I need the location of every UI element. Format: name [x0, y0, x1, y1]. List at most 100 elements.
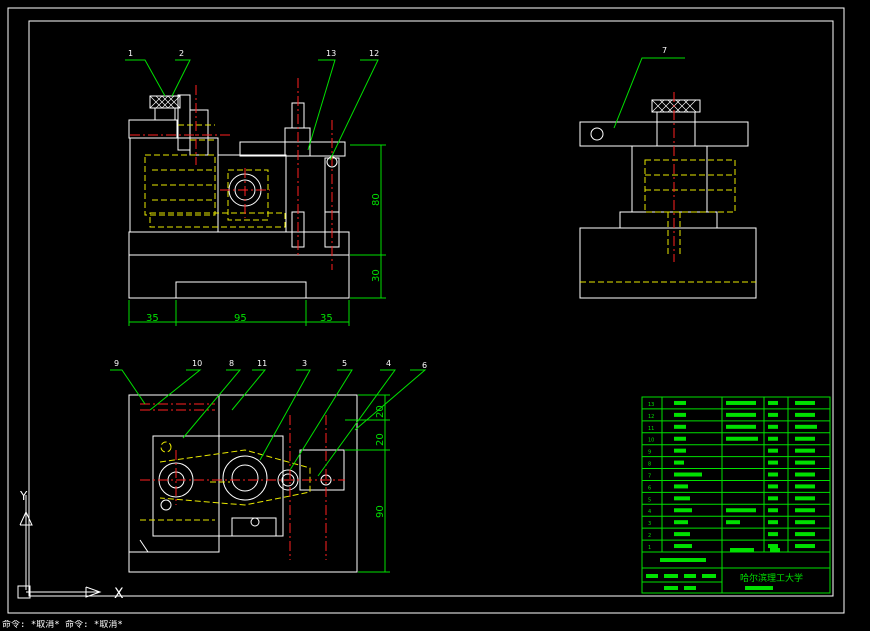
dim-35-left: 35: [146, 313, 159, 324]
top-dim-text: 20 20 90: [375, 405, 386, 518]
parts-cell-fill: [674, 484, 688, 489]
parts-cell-fill: [726, 436, 758, 441]
parts-cell-fill: [795, 532, 815, 537]
balloon-9: 9: [114, 359, 119, 368]
command-line[interactable]: 命令: *取消* 命令: *取消*: [0, 620, 870, 631]
parts-cell-fill: [674, 532, 690, 537]
dim-20-upper: 20: [375, 405, 386, 418]
parts-row-number: 3: [648, 521, 651, 527]
parts-cell-fill: [795, 544, 815, 549]
balloon-11: 11: [257, 359, 267, 368]
organization-name: 哈尔滨理工大学: [740, 572, 803, 584]
parts-cell-fill: [674, 436, 686, 441]
drawing-frame: [7, 7, 845, 614]
parts-cell-fill: [795, 460, 815, 465]
front-dimensions: [128, 144, 386, 326]
balloon-6: 6: [422, 361, 427, 370]
parts-cell-fill: [795, 412, 815, 417]
parts-cell-fill: [674, 424, 686, 429]
top-dimensions: [345, 394, 390, 573]
parts-row-number: 1: [648, 545, 651, 551]
parts-cell-fill: [768, 436, 778, 441]
parts-row-number: 13: [648, 402, 654, 408]
ucs-x-label: X: [114, 586, 124, 602]
balloon-10: 10: [192, 359, 202, 368]
parts-cell-fill: [795, 436, 815, 441]
front-balloon-labels: 1 2 13 12: [128, 49, 379, 58]
parts-cell-fill: [795, 496, 815, 501]
cad-drawing-canvas[interactable]: 1 2 13 12 35 95 35 80 30 7 9 10 8 11 3 5…: [0, 0, 870, 631]
parts-cell-fill: [795, 448, 815, 453]
parts-cell-fill: [726, 424, 756, 429]
parts-cell-fill: [768, 508, 778, 513]
parts-cell-fill: [768, 412, 778, 417]
parts-cell-fill: [795, 472, 815, 477]
parts-cell-fill: [768, 460, 778, 465]
parts-row-number: 7: [648, 473, 651, 479]
parts-row-number: 10: [648, 438, 654, 444]
parts-cell-fill: [674, 448, 686, 453]
balloon-4: 4: [386, 359, 391, 368]
parts-row-number: 9: [648, 450, 651, 456]
parts-cell-fill: [768, 472, 778, 477]
parts-cell-fill: [768, 532, 778, 537]
balloon-12: 12: [369, 49, 379, 58]
parts-cell-fill: [795, 400, 815, 405]
front-leaders: [125, 59, 379, 161]
ucs-y-label: Y: [19, 489, 28, 503]
parts-cell-fill: [768, 484, 778, 489]
balloon-2: 2: [179, 49, 184, 58]
parts-cell-fill: [674, 400, 686, 405]
ucs-icon[interactable]: [17, 495, 102, 599]
parts-cell-fill: [726, 508, 756, 513]
parts-row-number: 4: [648, 509, 651, 515]
parts-list-rows: 13 12 11 10 9 8 7 6 5 4 3 2 1: [642, 400, 830, 551]
parts-cell-fill: [795, 508, 815, 513]
parts-cell-fill: [795, 424, 817, 429]
parts-cell-fill: [768, 544, 778, 549]
balloon-13: 13: [326, 49, 336, 58]
dim-80: 80: [371, 193, 382, 206]
parts-cell-fill: [795, 520, 815, 525]
parts-cell-fill: [768, 400, 778, 405]
front-view: [128, 94, 350, 299]
top-centerlines: [140, 403, 345, 560]
top-hidden-lines: [140, 441, 311, 521]
parts-cell-fill: [674, 412, 686, 417]
parts-cell-fill: [768, 520, 778, 525]
dim-20-lower: 20: [375, 433, 386, 446]
top-view: [128, 394, 358, 573]
parts-cell-fill: [726, 412, 756, 417]
parts-cell-fill: [674, 508, 692, 513]
parts-cell-fill: [726, 520, 740, 525]
parts-row-number: 8: [648, 462, 651, 468]
balloon-1: 1: [128, 49, 133, 58]
dim-30: 30: [371, 269, 382, 282]
parts-row-number: 11: [648, 426, 654, 432]
dim-35-right: 35: [320, 313, 333, 324]
parts-cell-fill: [674, 472, 702, 477]
side-view: [579, 99, 757, 299]
dim-90: 90: [375, 505, 386, 518]
parts-cell-fill: [795, 484, 815, 489]
top-leaders: [110, 369, 427, 477]
parts-cell-fill: [768, 448, 778, 453]
parts-row-number: 5: [648, 497, 651, 503]
side-hidden-lines: [580, 159, 756, 283]
balloon-7: 7: [662, 46, 667, 55]
parts-cell-fill: [674, 520, 688, 525]
top-balloon-labels: 9 10 8 11 3 5 4 6: [114, 359, 427, 370]
parts-cell-fill: [768, 496, 778, 501]
parts-cell-fill: [674, 496, 690, 501]
balloon-5: 5: [342, 359, 347, 368]
parts-cell-fill: [674, 544, 692, 549]
parts-cell-fill: [674, 460, 684, 465]
front-hidden-lines: [144, 124, 286, 228]
dim-95: 95: [234, 313, 247, 324]
parts-cell-fill: [726, 400, 756, 405]
parts-row-number: 2: [648, 533, 651, 539]
parts-cell-fill: [768, 424, 778, 429]
parts-row-number: 12: [648, 414, 654, 420]
parts-row-number: 6: [648, 485, 651, 491]
balloon-8: 8: [229, 359, 234, 368]
